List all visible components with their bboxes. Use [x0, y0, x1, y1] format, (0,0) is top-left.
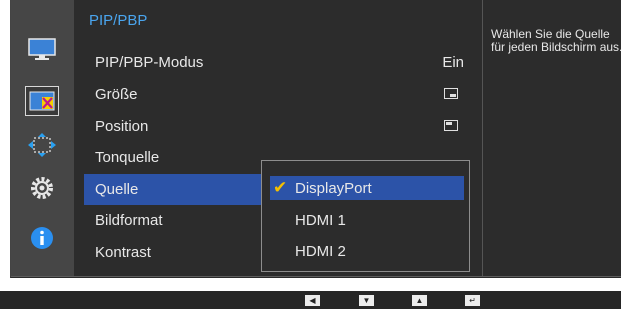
menu-title: PIP/PBP [89, 12, 148, 29]
menu-item-label: Position [95, 118, 149, 135]
source-submenu: ✔ DisplayPort HDMI 1 HDMI 2 [261, 160, 470, 272]
size-small-window-icon [444, 88, 458, 99]
position-top-left-icon [444, 120, 458, 131]
help-text: Wählen Sie die Quelle für jeden Bildschi… [491, 27, 621, 54]
menu-item-label: Größe [95, 86, 138, 103]
help-panel: Wählen Sie die Quelle für jeden Bildschi… [482, 0, 621, 276]
left-arrow-icon[interactable]: ◀ [305, 295, 320, 306]
menu-item-position[interactable]: Position [74, 111, 482, 142]
pip-pbp-icon[interactable] [25, 86, 59, 116]
up-arrow-icon[interactable]: ▲ [412, 295, 427, 306]
menu-item-pip-pbp-modus[interactable]: PIP/PBP-Modus Ein [74, 47, 482, 78]
submenu-item-label: DisplayPort [295, 180, 372, 197]
submenu-item-hdmi-1[interactable]: HDMI 1 [270, 208, 464, 232]
checkmark-icon: ✔ [273, 178, 288, 197]
bottom-nav-bar: ◀ ▼ ▲ ↵ [0, 291, 621, 309]
menu-item-value: Ein [442, 54, 464, 71]
menu-item-label: Tonquelle [95, 149, 160, 166]
sidebar [11, 0, 74, 276]
menu-item-label: PIP/PBP-Modus [95, 54, 204, 71]
info-icon[interactable] [25, 223, 59, 253]
settings-gear-icon[interactable] [25, 173, 59, 203]
submenu-item-label: HDMI 1 [295, 212, 346, 229]
menu-item-label: Kontrast [95, 244, 151, 261]
resize-arrows-icon[interactable] [25, 130, 59, 160]
submenu-item-hdmi-2[interactable]: HDMI 2 [270, 239, 464, 263]
submenu-item-label: HDMI 2 [295, 243, 346, 260]
menu-item-label: Bildformat [95, 212, 163, 229]
submenu-item-displayport[interactable]: ✔ DisplayPort [270, 176, 464, 200]
enter-icon[interactable]: ↵ [465, 295, 480, 306]
down-arrow-icon[interactable]: ▼ [359, 295, 374, 306]
monitor-icon[interactable] [25, 34, 59, 64]
menu-item-label: Quelle [95, 181, 139, 198]
menu-item-groesse[interactable]: Größe [74, 79, 482, 110]
